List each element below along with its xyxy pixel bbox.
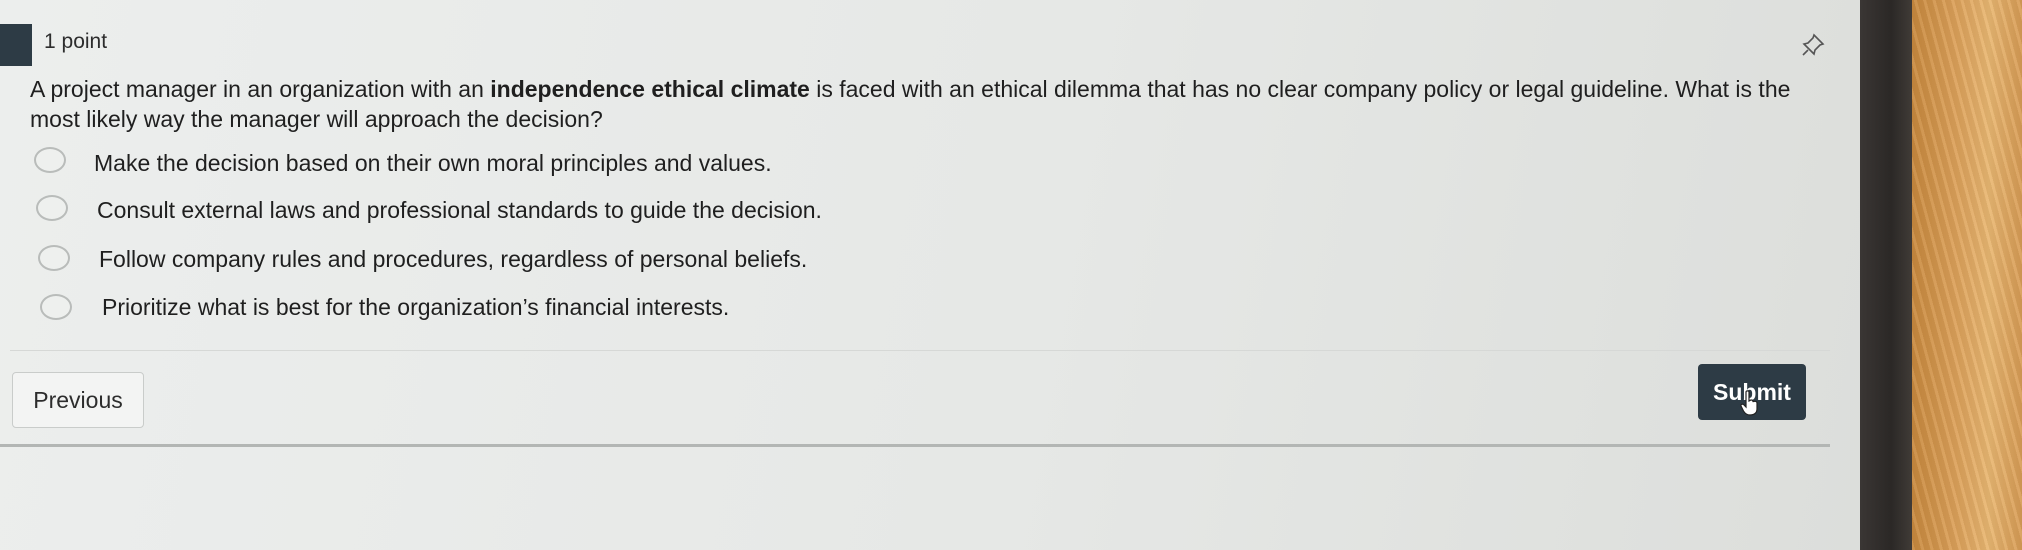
question-points: 1 point (44, 30, 108, 53)
answer-label[interactable]: Make the decision based on their own mor… (94, 150, 772, 177)
answer-label[interactable]: Prioritize what is best for the organiza… (102, 294, 729, 321)
question-text-part-1: A project manager in an organization wit… (30, 76, 491, 102)
previous-button[interactable]: Previous (12, 372, 144, 428)
desk-background (1912, 0, 2022, 550)
answer-label[interactable]: Consult external laws and professional s… (97, 197, 822, 224)
content-bottom-border (0, 444, 1830, 447)
question-text: A project manager in an organization wit… (30, 74, 1840, 134)
answer-label[interactable]: Follow company rules and procedures, reg… (99, 246, 807, 273)
question-text-emphasis: independence ethical climate (490, 76, 810, 102)
pin-icon[interactable] (1800, 32, 1826, 58)
radio-button[interactable] (38, 245, 70, 271)
radio-button[interactable] (36, 195, 68, 221)
radio-button[interactable] (34, 147, 66, 173)
hand-pointer-icon (1740, 390, 1758, 416)
quiz-screen: 1 point A project manager in an organiza… (0, 0, 1860, 550)
question-marker-tab (0, 24, 32, 66)
radio-button[interactable] (40, 294, 72, 320)
divider (10, 350, 1830, 351)
monitor-bezel (1860, 0, 1912, 550)
